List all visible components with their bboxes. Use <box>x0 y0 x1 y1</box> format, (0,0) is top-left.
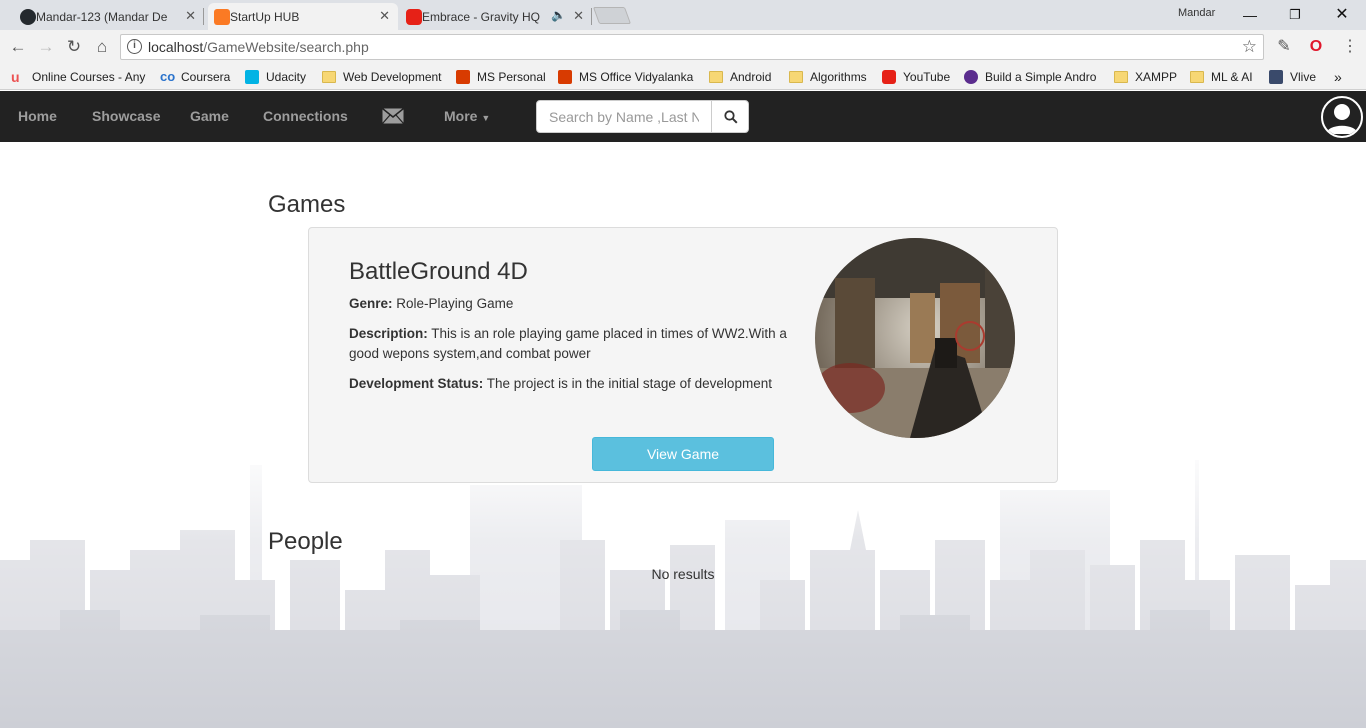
bookmark-ms-personal[interactable]: MS Personal <box>456 68 546 86</box>
folder-icon <box>789 71 803 83</box>
tab-title: StartUp HUB <box>230 9 300 24</box>
search-button[interactable] <box>711 100 749 133</box>
speaker-icon[interactable]: 🔈 <box>551 8 566 22</box>
nav-home[interactable]: Home <box>18 108 57 124</box>
close-tab-icon[interactable]: ✕ <box>573 8 584 24</box>
folder-icon <box>322 71 336 83</box>
game-development-status: Development Status: The project is in th… <box>349 376 772 391</box>
coursera-icon: co <box>160 69 176 84</box>
games-heading: Games <box>268 191 346 218</box>
search-icon <box>724 110 738 124</box>
xampp-icon <box>214 9 230 25</box>
game-description: Description: This is an role playing gam… <box>349 326 787 361</box>
browser-toolbar: ← → ↻ ⌂ i localhost/GameWebsite/search.p… <box>0 30 1366 64</box>
bookmark-algorithms[interactable]: Algorithms <box>789 68 867 86</box>
close-tab-icon[interactable]: ✕ <box>185 8 196 24</box>
game-title: BattleGround 4D <box>349 258 528 285</box>
bookmark-xampp[interactable]: XAMPP <box>1114 68 1177 86</box>
vlive-icon <box>1269 70 1283 84</box>
home-icon[interactable]: ⌂ <box>92 37 112 57</box>
office-icon <box>456 70 470 84</box>
url-text[interactable]: localhost/GameWebsite/search.php <box>148 39 369 55</box>
mail-icon[interactable] <box>382 108 404 124</box>
tab-title: Mandar-123 (Mandar De <box>36 9 168 24</box>
bookmark-ms-office[interactable]: MS Office Vidyalanka <box>558 68 693 86</box>
game-genre: Genre: Role-Playing Game <box>349 296 514 311</box>
site-icon <box>964 70 978 84</box>
caret-down-icon: ▼ <box>481 113 491 123</box>
bookmark-youtube[interactable]: YouTube <box>882 68 950 86</box>
bookmark-ml-ai[interactable]: ML & AI <box>1190 68 1253 86</box>
bookmark-coursera[interactable]: co Coursera <box>160 68 230 86</box>
bookmarks-bar: u Online Courses - Any co Coursera Udacity… <box>0 64 1366 90</box>
user-icon <box>1326 104 1358 134</box>
restore-icon[interactable]: ❐ <box>1275 4 1315 26</box>
opera-icon[interactable]: O <box>1306 37 1326 57</box>
profile-name[interactable]: Mandar <box>1178 7 1215 19</box>
udacity-icon <box>245 70 259 84</box>
browser-tab-github[interactable]: Mandar-123 (Mandar De ✕ <box>14 3 204 30</box>
browser-tab-strip: Mandar-123 (Mandar De ✕ StartUp HUB ✕ Em… <box>0 0 1366 30</box>
close-tab-icon[interactable]: ✕ <box>379 8 390 24</box>
browser-tab-youtube[interactable]: Embrace - Gravity HQ 🔈 ✕ <box>400 3 592 30</box>
udemy-icon: u <box>11 69 20 85</box>
nav-showcase[interactable]: Showcase <box>92 108 160 124</box>
info-icon[interactable]: i <box>127 39 142 54</box>
nav-more-dropdown[interactable]: More ▼ <box>444 108 490 124</box>
bookmark-web-development[interactable]: Web Development <box>322 68 442 86</box>
back-icon[interactable]: ← <box>8 37 28 57</box>
bookmark-android[interactable]: Android <box>709 68 771 86</box>
game-card: BattleGround 4D Genre: Role-Playing Game… <box>308 227 1058 483</box>
user-avatar[interactable] <box>1321 96 1363 138</box>
nav-game[interactable]: Game <box>190 108 229 124</box>
folder-icon <box>709 71 723 83</box>
people-heading: People <box>268 528 343 555</box>
browser-tab-startup-hub[interactable]: StartUp HUB ✕ <box>208 3 398 30</box>
close-window-icon[interactable]: ✕ <box>1322 4 1362 26</box>
bookmarks-overflow[interactable]: » <box>1334 68 1342 86</box>
new-tab-button[interactable] <box>592 7 632 24</box>
bookmark-build-android[interactable]: Build a Simple Andro <box>964 68 1096 86</box>
game-thumbnail <box>815 238 1015 438</box>
folder-icon <box>1190 71 1204 83</box>
office-icon <box>558 70 572 84</box>
nav-connections[interactable]: Connections <box>263 108 348 124</box>
no-results-text: No results <box>651 566 715 582</box>
menu-icon[interactable]: ⋮ <box>1340 37 1360 57</box>
folder-icon <box>1114 71 1128 83</box>
bookmark-online-courses[interactable]: u Online Courses - Any <box>11 68 145 86</box>
eyedropper-icon[interactable]: ✎ <box>1274 37 1294 57</box>
address-bar[interactable]: i localhost/GameWebsite/search.php ☆ <box>120 34 1264 60</box>
tab-title: Embrace - Gravity HQ <box>422 9 540 24</box>
site-navbar: Home Showcase Game Connections More ▼ <box>0 91 1366 142</box>
bookmark-star-icon[interactable]: ☆ <box>1242 37 1257 57</box>
bookmark-udacity[interactable]: Udacity <box>245 68 306 86</box>
youtube-icon <box>406 9 422 25</box>
view-game-button[interactable]: View Game <box>592 437 774 471</box>
search-input[interactable] <box>536 100 712 133</box>
bookmark-vlive[interactable]: Vlive <box>1269 68 1316 86</box>
city-skyline-background <box>0 440 1366 728</box>
youtube-icon <box>882 70 896 84</box>
forward-icon[interactable]: → <box>36 37 56 57</box>
github-icon <box>20 9 36 25</box>
reload-icon[interactable]: ↻ <box>64 37 84 57</box>
minimize-icon[interactable]: — <box>1230 4 1270 26</box>
